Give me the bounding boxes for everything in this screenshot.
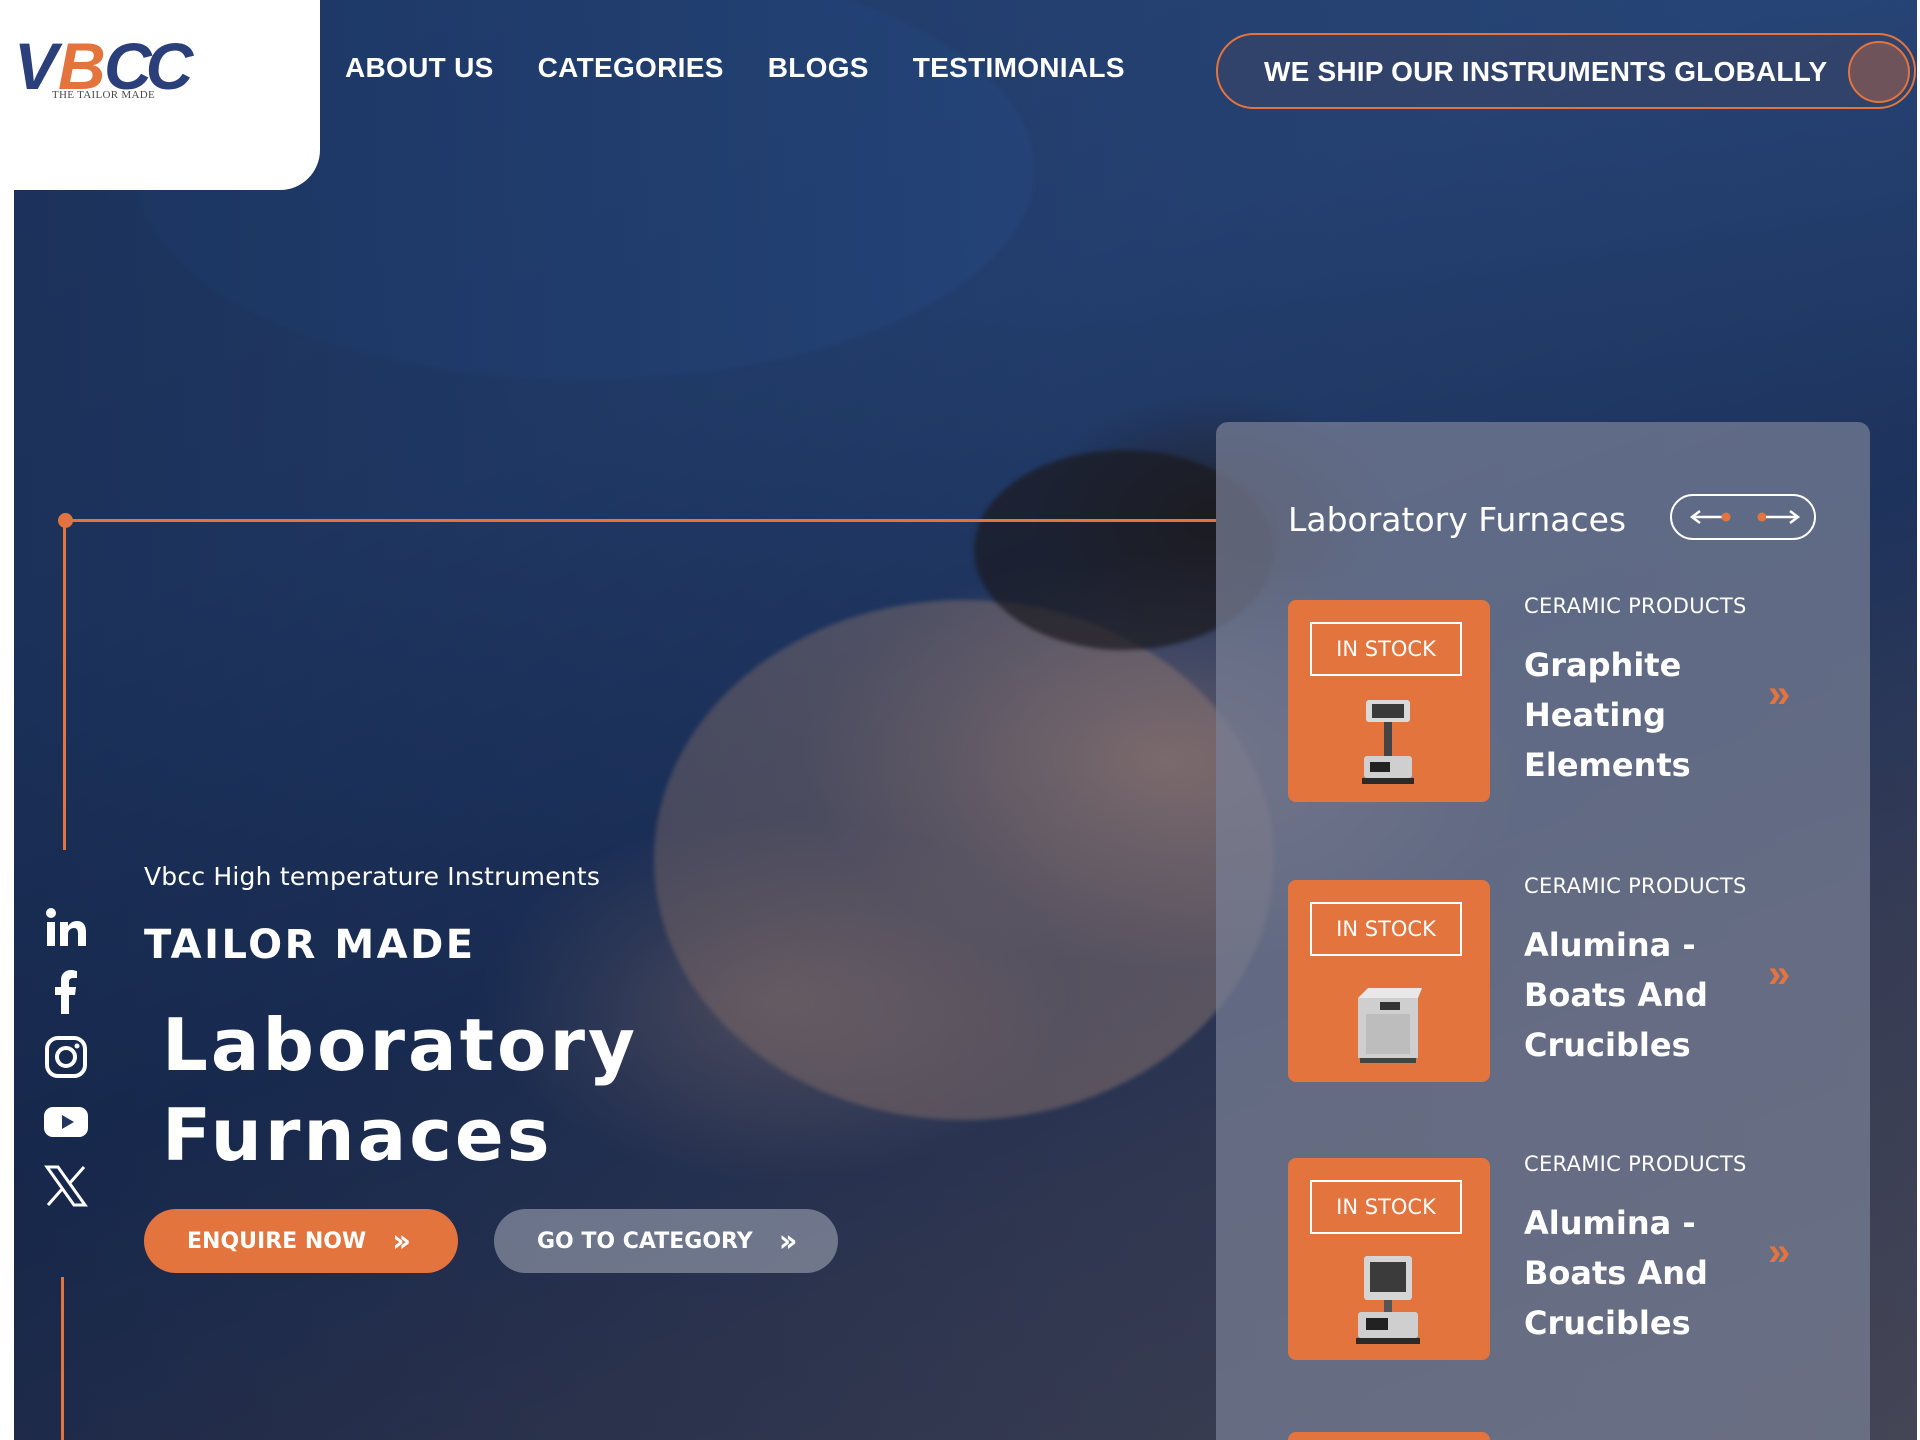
hero-subtitle: Vbcc High temperature Instruments — [144, 862, 601, 891]
go-to-category-label: GO TO CATEGORY — [537, 1228, 753, 1254]
double-chevron-right-icon[interactable]: » — [1768, 952, 1790, 997]
ship-globally-button[interactable]: WE SHIP OUR INSTRUMENTS GLOBALLY — [1216, 33, 1916, 109]
product-category: CERAMIC PRODUCTS — [1524, 594, 1747, 618]
hero-kicker: TAILOR MADE — [144, 922, 476, 968]
decor-line-vertical-top — [63, 520, 66, 850]
double-chevron-right-icon[interactable]: » — [1768, 1230, 1790, 1275]
face-shape — [654, 600, 1274, 1120]
furnace-image — [1362, 700, 1414, 784]
youtube-icon[interactable] — [42, 1098, 90, 1146]
carousel-nav — [1670, 494, 1816, 540]
arrow-left-icon[interactable] — [1688, 508, 1736, 526]
nav-blogs[interactable]: BLOGS — [768, 52, 869, 84]
product-name[interactable]: Alumina - Boats And Crucibles — [1524, 1198, 1754, 1348]
ship-globally-label: WE SHIP OUR INSTRUMENTS GLOBALLY — [1264, 56, 1828, 87]
x-icon[interactable] — [42, 1162, 90, 1210]
decor-line-horizontal — [64, 519, 1216, 522]
product-panel: Laboratory Furnaces IN STOCK CERAMIC PRO — [1216, 422, 1870, 1440]
product-name[interactable]: Alumina - Boats And Crucibles — [1524, 920, 1754, 1070]
instagram-icon[interactable] — [42, 1033, 90, 1081]
product-item[interactable]: IN STOCK CERAMIC PRODUCTS Alumina - Boat… — [1288, 874, 1828, 1082]
enquire-now-button[interactable]: ENQUIRE NOW ›› — [144, 1209, 458, 1273]
product-card[interactable]: IN STOCK — [1288, 1158, 1490, 1360]
enquire-now-label: ENQUIRE NOW — [187, 1228, 367, 1254]
product-category: CERAMIC PRODUCTS — [1524, 1152, 1747, 1176]
go-to-category-button[interactable]: GO TO CATEGORY ›› — [494, 1209, 838, 1273]
logo-tagline: THE TAILOR MADE — [52, 89, 156, 101]
decor-line-vertical-bottom — [61, 1277, 64, 1440]
panel-title: Laboratory Furnaces — [1288, 500, 1627, 539]
product-item[interactable]: IN STOCK CERAMIC PRODUCTS Alumina - Boat… — [1288, 1152, 1828, 1360]
hero-title: Laboratory Furnaces — [162, 1000, 722, 1180]
hero-title-line-1: Laboratory — [162, 1003, 638, 1087]
product-category: CERAMIC PRODUCTS — [1524, 874, 1747, 898]
ship-circle-icon — [1848, 41, 1910, 103]
product-item[interactable]: IN STOCK CERAMIC PRODUCTS Graphite Heati… — [1288, 594, 1828, 802]
product-card[interactable]: IN STOCK — [1288, 600, 1490, 802]
furnace-image — [1356, 1256, 1420, 1344]
product-card-next[interactable] — [1288, 1432, 1490, 1440]
product-name[interactable]: Graphite Heating Elements — [1524, 640, 1754, 790]
nav-testimonials[interactable]: TESTIMONIALS — [913, 52, 1125, 84]
linkedin-icon[interactable] — [42, 904, 90, 952]
nav-categories[interactable]: CATEGORIES — [538, 52, 724, 84]
logo[interactable]: V B CC THE TAILOR MADE — [0, 0, 320, 190]
hero-title-line-2: Furnaces — [162, 1093, 553, 1177]
double-chevron-right-icon[interactable]: » — [1768, 672, 1790, 717]
facebook-icon[interactable] — [42, 968, 90, 1016]
double-chevron-right-icon: ›› — [392, 1223, 411, 1259]
main-nav: ABOUT US CATEGORIES BLOGS TESTIMONIALS — [345, 52, 1125, 84]
double-chevron-right-icon: ›› — [778, 1223, 798, 1259]
in-stock-badge: IN STOCK — [1310, 902, 1462, 956]
in-stock-badge: IN STOCK — [1310, 1180, 1462, 1234]
product-card[interactable]: IN STOCK — [1288, 880, 1490, 1082]
in-stock-badge: IN STOCK — [1310, 622, 1462, 676]
furnace-image — [1358, 988, 1422, 1063]
arrow-right-icon[interactable] — [1754, 508, 1802, 526]
nav-about-us[interactable]: ABOUT US — [345, 52, 494, 84]
